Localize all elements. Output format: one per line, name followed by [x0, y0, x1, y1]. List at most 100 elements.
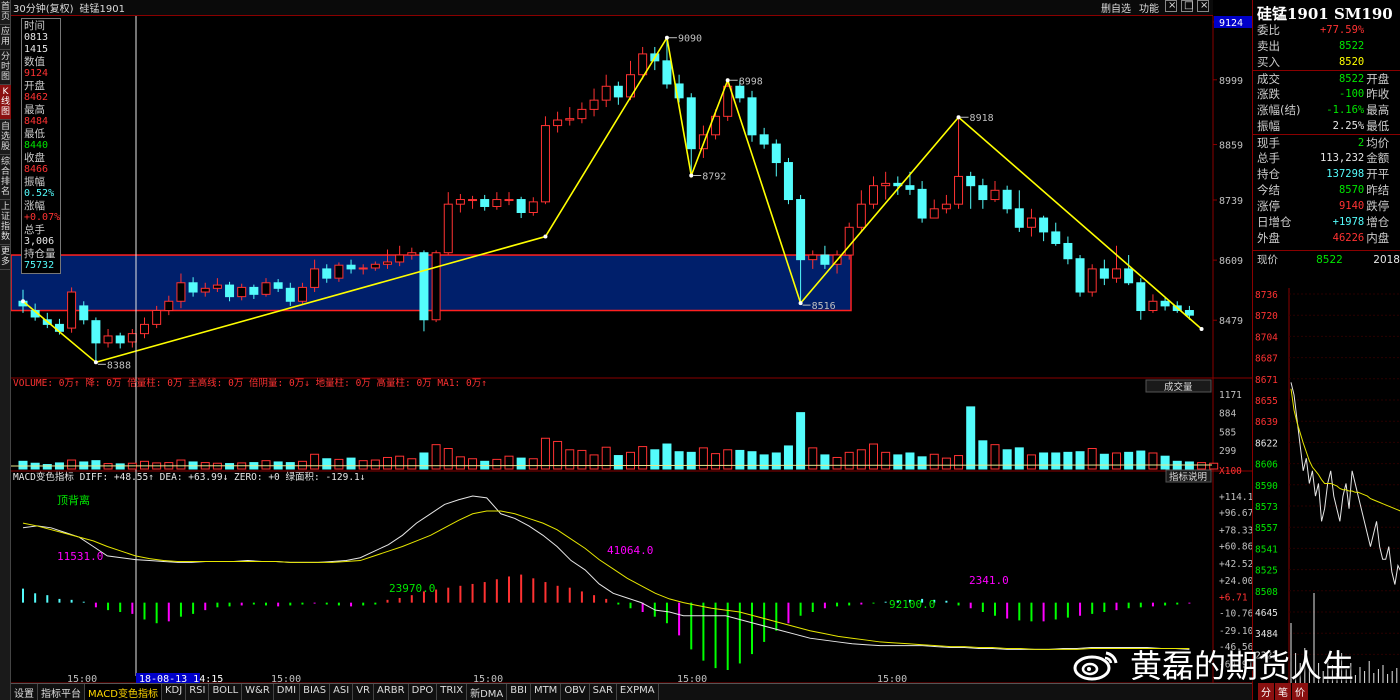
candle-body [79, 305, 89, 321]
left-nav-item[interactable]: K线图 [0, 85, 11, 120]
quote-label: 外盘 [1257, 231, 1280, 245]
left-nav-item[interactable]: 更多 [0, 245, 11, 270]
indicator-tab[interactable]: OBV [561, 684, 590, 700]
quote-value: 9140 [1338, 200, 1365, 212]
quote-label-2: 昨结 [1366, 183, 1390, 197]
candle-body [492, 199, 502, 207]
indicator-tab[interactable]: MACD变色指标 [85, 684, 162, 700]
quote-rows: 委比 +77.59% 卖出 8522 买入 8520 成交 8522 开盘 涨跌 -100 昨收 涨幅(… [1253, 22, 1400, 246]
now-year: 2018 [1373, 254, 1400, 266]
left-nav-item[interactable]: 上证指数 [0, 200, 11, 245]
quote-row: 卖出 8522 [1253, 38, 1400, 54]
indicator-tab[interactable]: EXPMA [617, 684, 659, 700]
remove-favorite-button[interactable]: 删自选 [1099, 0, 1133, 15]
indicator-tab[interactable]: 设置 [11, 684, 38, 700]
volume-bar [322, 458, 332, 470]
volume-dropdown-label: 成交量 [1164, 381, 1193, 393]
volume-bar [528, 458, 538, 470]
volume-bar [747, 451, 757, 470]
maximize-icon[interactable]: □ [1181, 0, 1193, 12]
macd-dea-line [22, 510, 1190, 650]
quote-value: 137298 [1326, 168, 1365, 180]
tick-chart[interactable]: 8736 8720 8704 8687 8671 8655 8639 8622 8606 8590… [1253, 288, 1400, 683]
info-value: 8462 [24, 92, 49, 103]
indicator-tab[interactable]: BOLL [209, 684, 243, 700]
indicator-tab[interactable]: TRIX [437, 684, 468, 700]
volume-bar [1039, 452, 1049, 470]
main-chart[interactable]: 9124 8999 8859 8739 8609 8479 9090 8998 8792 8918… [11, 16, 1252, 683]
close-icon[interactable]: × [1165, 0, 1177, 12]
candle-body [1063, 242, 1073, 260]
price-axis-label: 8859 [1219, 141, 1243, 152]
close-window-icon[interactable]: × [1197, 0, 1209, 12]
indicator-tab[interactable]: ASI [330, 684, 354, 700]
indicator-tab[interactable]: 指标平台 [38, 684, 85, 700]
price-annotation: 8918 [970, 113, 994, 124]
period-selector[interactable]: 30分钟(复权) [13, 0, 74, 15]
info-label: 振幅 [24, 176, 45, 188]
macd-axis-label: +42.52 [1219, 559, 1252, 570]
volume-bar [577, 449, 587, 470]
quote-row: 涨停 9140 跌停 [1253, 198, 1400, 214]
macd-axis-label: +78.33 [1219, 525, 1252, 536]
quote-label-2: 均价 [1366, 136, 1390, 150]
candle-body [783, 162, 793, 201]
left-nav-item[interactable]: 分时图 [0, 50, 11, 85]
divergence-label: 顶背离 [57, 493, 90, 507]
volume-bar [905, 452, 915, 470]
left-nav-item[interactable]: 自选股 [0, 120, 11, 155]
candle-body [540, 125, 550, 203]
quote-label-2: 增仓 [1366, 215, 1390, 229]
zigzag-point [798, 301, 803, 306]
volume-bar [504, 455, 514, 470]
indicator-tab[interactable]: BBI [507, 684, 531, 700]
quote-value: +77.59% [1319, 24, 1365, 36]
indicator-tab[interactable]: KDJ [162, 684, 187, 700]
quote-label: 日增仓 [1257, 215, 1292, 229]
candle-body [176, 282, 186, 302]
candle-body [565, 118, 575, 121]
indicator-tab[interactable]: 新DMA [467, 684, 508, 700]
candle-body [966, 175, 976, 187]
watermark-text: 黄磊的期货人生 [1130, 647, 1355, 685]
candle-body [771, 143, 781, 164]
instrument-label: 硅锰1901 [79, 4, 125, 15]
candle-body [1075, 258, 1085, 293]
indicator-tab[interactable]: MTM [531, 684, 562, 700]
info-value: 3,006 [24, 236, 55, 247]
candle-body [589, 99, 599, 110]
candle-body [152, 310, 162, 325]
candle-body [917, 188, 927, 219]
left-nav: 首页 应用 分时图 K线图 自选股 综合排名 上证指数 更多 [0, 0, 11, 700]
indicator-tab[interactable]: BIAS [300, 684, 331, 700]
tick-axis-label: 8541 [1255, 544, 1278, 555]
tick-axis-label: 8622 [1255, 438, 1278, 449]
tick-axis-label: 8508 [1255, 587, 1278, 598]
indicator-tab[interactable]: RSI [186, 684, 210, 700]
tick-price-line [1290, 382, 1400, 585]
quote-row: 成交 8522 开盘 [1253, 70, 1400, 86]
zigzag-point [543, 234, 548, 239]
candle-body [237, 286, 247, 298]
left-nav-item[interactable]: 综合排名 [0, 155, 11, 200]
indicator-tab[interactable]: W&R [242, 684, 274, 700]
indicator-tab[interactable]: SAR [590, 684, 617, 700]
quote-value: 46226 [1332, 232, 1365, 244]
quote-label-2: 开盘 [1366, 72, 1390, 86]
candle-body [468, 199, 478, 202]
indicator-help-label: 指标说明 [1169, 471, 1207, 483]
candle-body [249, 286, 259, 295]
function-button[interactable]: 功能 [1137, 0, 1161, 15]
indicator-tab[interactable]: DPO [409, 684, 438, 700]
left-nav-item[interactable]: 应用 [0, 25, 11, 50]
macd-axis-label: +60.86 [1219, 542, 1252, 553]
volume-bar [1026, 454, 1036, 470]
indicator-tab[interactable]: ARBR [374, 684, 409, 700]
quote-label: 涨跌 [1257, 87, 1280, 101]
left-nav-item[interactable]: 首页 [0, 0, 11, 25]
indicator-tab[interactable]: DMI [274, 684, 301, 700]
quote-label: 振幅 [1257, 119, 1280, 133]
volume-bar [540, 437, 550, 470]
indicator-tab[interactable]: VR [353, 684, 375, 700]
volume-bar [929, 453, 939, 470]
